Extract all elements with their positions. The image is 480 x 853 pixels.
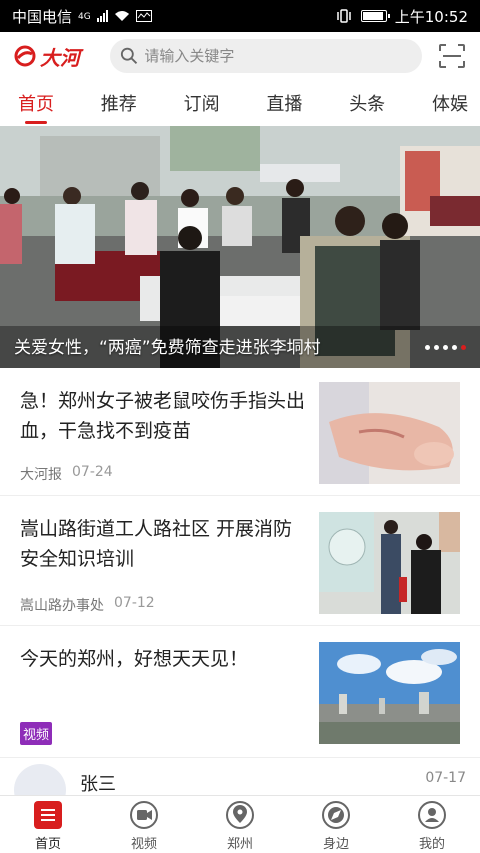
- news-thumbnail: [319, 382, 460, 484]
- training-photo: [319, 512, 460, 614]
- logo-text: 大河: [40, 45, 80, 70]
- nav-label: 身边: [322, 837, 349, 852]
- vibrate-icon: [337, 9, 351, 23]
- wifi-icon: [114, 11, 129, 21]
- tab-headlines[interactable]: 头条: [349, 80, 385, 126]
- nav-profile[interactable]: 我的: [384, 796, 480, 853]
- banner-image: [0, 126, 480, 368]
- scan-button[interactable]: [422, 36, 466, 76]
- nav-zhengzhou[interactable]: 郑州: [192, 796, 288, 853]
- news-title: 今天的郑州，好想天天见！: [20, 648, 249, 670]
- news-item[interactable]: 今天的郑州，好想天天见！ 视频: [0, 626, 480, 758]
- news-source: 嵩山路办事处: [20, 598, 104, 614]
- user-post-row[interactable]: 张三 07-17: [0, 758, 480, 816]
- news-date: 07-24: [72, 464, 113, 480]
- search-bar[interactable]: [110, 39, 422, 73]
- tab-live[interactable]: 直播: [266, 80, 302, 126]
- signal-icon: [96, 10, 108, 22]
- home-list-icon: [34, 801, 62, 829]
- status-bar: 中国电信 4G 上午10:52: [0, 0, 480, 32]
- carousel-indicator: [425, 345, 466, 350]
- nav-label: 首页: [34, 837, 61, 852]
- nav-label: 我的: [418, 837, 445, 852]
- carousel-dot: [443, 345, 448, 350]
- network-type: 4G: [78, 11, 91, 22]
- activity-icon: [135, 10, 152, 22]
- city-skyline-photo: [319, 642, 460, 744]
- carousel-dot-active: [461, 345, 466, 350]
- banner-caption: 关爱女性，“两癌”免费筛查走进张李垌村: [14, 338, 321, 358]
- location-pin-icon: [226, 801, 254, 829]
- search-icon: [120, 47, 138, 64]
- user-profile-icon: [418, 801, 446, 829]
- news-item[interactable]: 嵩山路街道工人路社区 开展消防安全知识培训 嵩山路办事处 07-12: [0, 496, 480, 626]
- video-icon: [130, 801, 158, 829]
- tab-subscribe[interactable]: 订阅: [184, 80, 220, 126]
- news-thumbnail: [319, 642, 460, 744]
- nearby-compass-icon: [322, 801, 350, 829]
- nav-video[interactable]: 视频: [96, 796, 192, 853]
- app-logo: 大河: [14, 42, 104, 71]
- post-date: 07-17: [425, 770, 466, 786]
- tab-recommend[interactable]: 推荐: [101, 80, 137, 126]
- carousel-dot: [434, 345, 439, 350]
- clock: 上午10:52: [394, 7, 468, 26]
- logo-mark-icon: [14, 45, 36, 67]
- news-title: 嵩山路街道工人路社区 开展消防安全知识培训: [20, 518, 293, 570]
- banner-carousel[interactable]: 关爱女性，“两癌”免费筛查走进张李垌村: [0, 126, 480, 368]
- app-header: 大河: [0, 32, 480, 80]
- nav-label: 郑州: [226, 837, 253, 852]
- finger-photo: [319, 382, 460, 484]
- search-input[interactable]: [144, 47, 412, 65]
- bottom-navigation: 首页 视频 郑州 身边 我的: [0, 795, 480, 853]
- news-date: 07-12: [114, 595, 155, 611]
- tab-sports-entertainment[interactable]: 体娱: [432, 80, 468, 126]
- scan-icon: [439, 44, 465, 68]
- news-title: 急！郑州女子被老鼠咬伤手指头出血，干急找不到疫苗: [20, 390, 306, 442]
- news-source: 大河报: [20, 467, 62, 483]
- nav-label: 视频: [130, 837, 157, 852]
- carousel-dot: [425, 345, 430, 350]
- news-meta: 嵩山路办事处 07-12: [20, 595, 155, 615]
- nav-home[interactable]: 首页: [0, 796, 96, 853]
- battery-icon: [360, 10, 390, 22]
- nav-nearby[interactable]: 身边: [288, 796, 384, 853]
- user-name: 张三: [80, 774, 116, 795]
- category-tabs: 首页 推荐 订阅 直播 头条 体娱: [0, 80, 480, 126]
- video-badge: 视频: [20, 722, 53, 745]
- carrier-label: 中国电信: [12, 7, 73, 26]
- carousel-dot: [452, 345, 457, 350]
- news-thumbnail: [319, 512, 460, 614]
- news-item[interactable]: 急！郑州女子被老鼠咬伤手指头出血，干急找不到疫苗 大河报 07-24: [0, 368, 480, 496]
- tab-home[interactable]: 首页: [18, 80, 54, 126]
- news-meta: 大河报 07-24: [20, 464, 113, 484]
